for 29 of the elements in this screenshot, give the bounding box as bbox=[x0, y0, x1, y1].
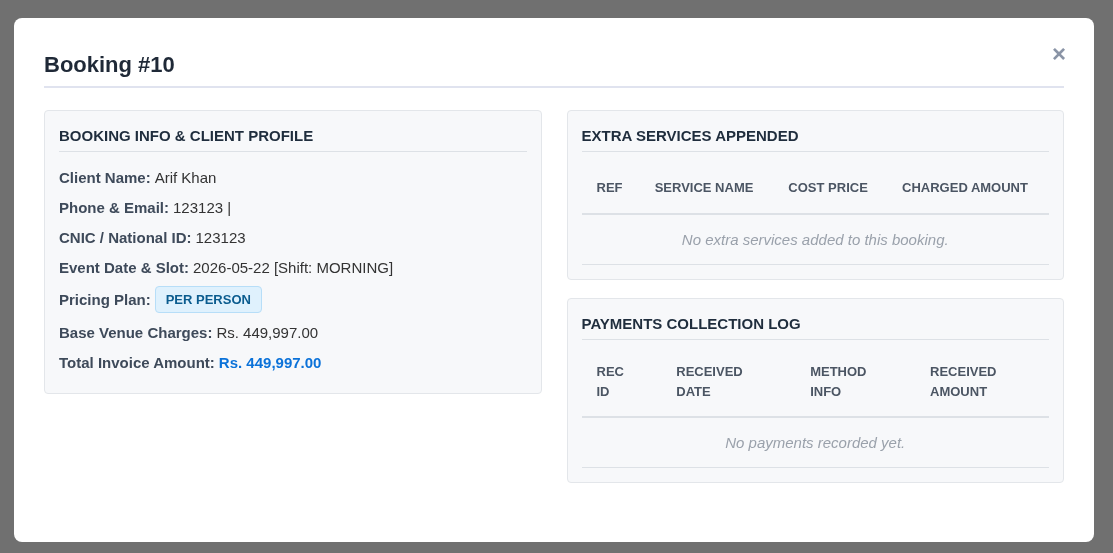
column-header: COST PRICE bbox=[773, 160, 888, 214]
column-header: REC ID bbox=[596, 363, 624, 401]
column-header: SERVICE NAME bbox=[639, 160, 774, 214]
field-value: Rs. 449,997.00 bbox=[216, 323, 319, 341]
field-label: Total Invoice Amount: bbox=[59, 353, 215, 371]
field-value: Rs. 449,997.00 bbox=[218, 353, 322, 371]
field-label: Client Name: bbox=[59, 168, 151, 186]
empty-message: No payments recorded yet. bbox=[581, 417, 1049, 468]
field-label: CNIC / National ID: bbox=[59, 228, 192, 246]
column-header: RECEIVED AMOUNT bbox=[930, 363, 997, 401]
card-title: PAYMENTS COLLECTION LOG bbox=[581, 315, 1049, 340]
field-label: Pricing Plan: bbox=[59, 291, 151, 308]
field-value: 123123 | bbox=[173, 198, 232, 216]
field-value: Arif Khan bbox=[154, 168, 217, 186]
field-label: Phone & Email: bbox=[59, 198, 170, 216]
column-header: REF bbox=[581, 160, 640, 214]
field-label: Event Date & Slot: bbox=[59, 258, 190, 276]
close-button[interactable]: × bbox=[1052, 40, 1066, 68]
card-title: BOOKING INFO & CLIENT PROFILE bbox=[59, 127, 527, 152]
column-header: RECEIVED DATE bbox=[676, 363, 743, 401]
modal-title: Booking #10 bbox=[44, 52, 175, 78]
column-header: CHARGED AMOUNT bbox=[887, 160, 1049, 214]
empty-message: No extra services added to this booking. bbox=[581, 214, 1049, 265]
field-value: 2026-05-22 [Shift: MORNING] bbox=[193, 258, 394, 276]
card-title: EXTRA SERVICES APPENDED bbox=[581, 127, 1049, 152]
pricing-badge: PER PERSON bbox=[154, 286, 262, 313]
field-label: Base Venue Charges: bbox=[59, 323, 213, 341]
field-value: 123123 bbox=[195, 228, 246, 246]
column-header: METHOD INFO bbox=[810, 363, 867, 401]
